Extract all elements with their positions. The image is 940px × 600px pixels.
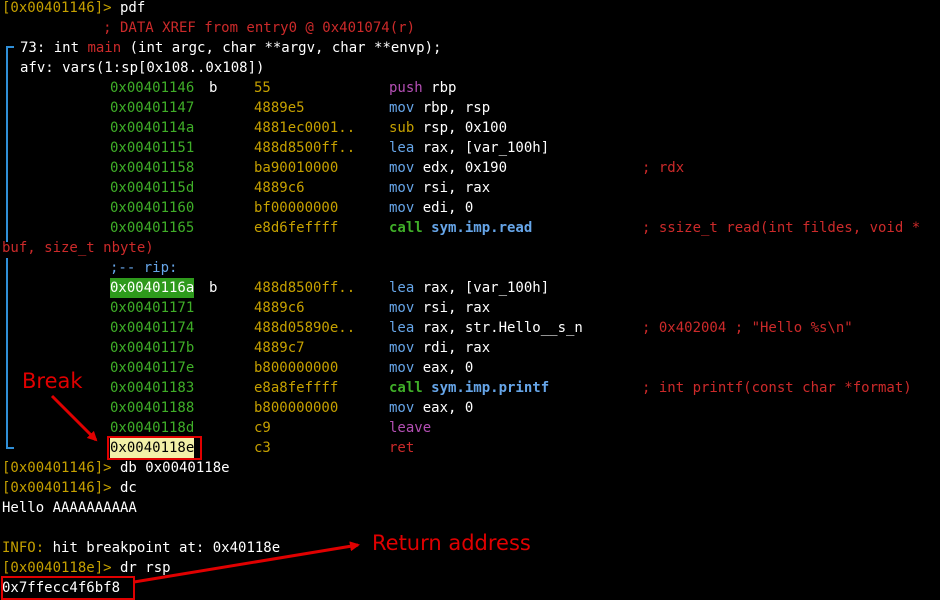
annotation-arrows — [50, 394, 360, 584]
return-arrow — [133, 541, 360, 584]
break-arrow — [50, 394, 98, 442]
